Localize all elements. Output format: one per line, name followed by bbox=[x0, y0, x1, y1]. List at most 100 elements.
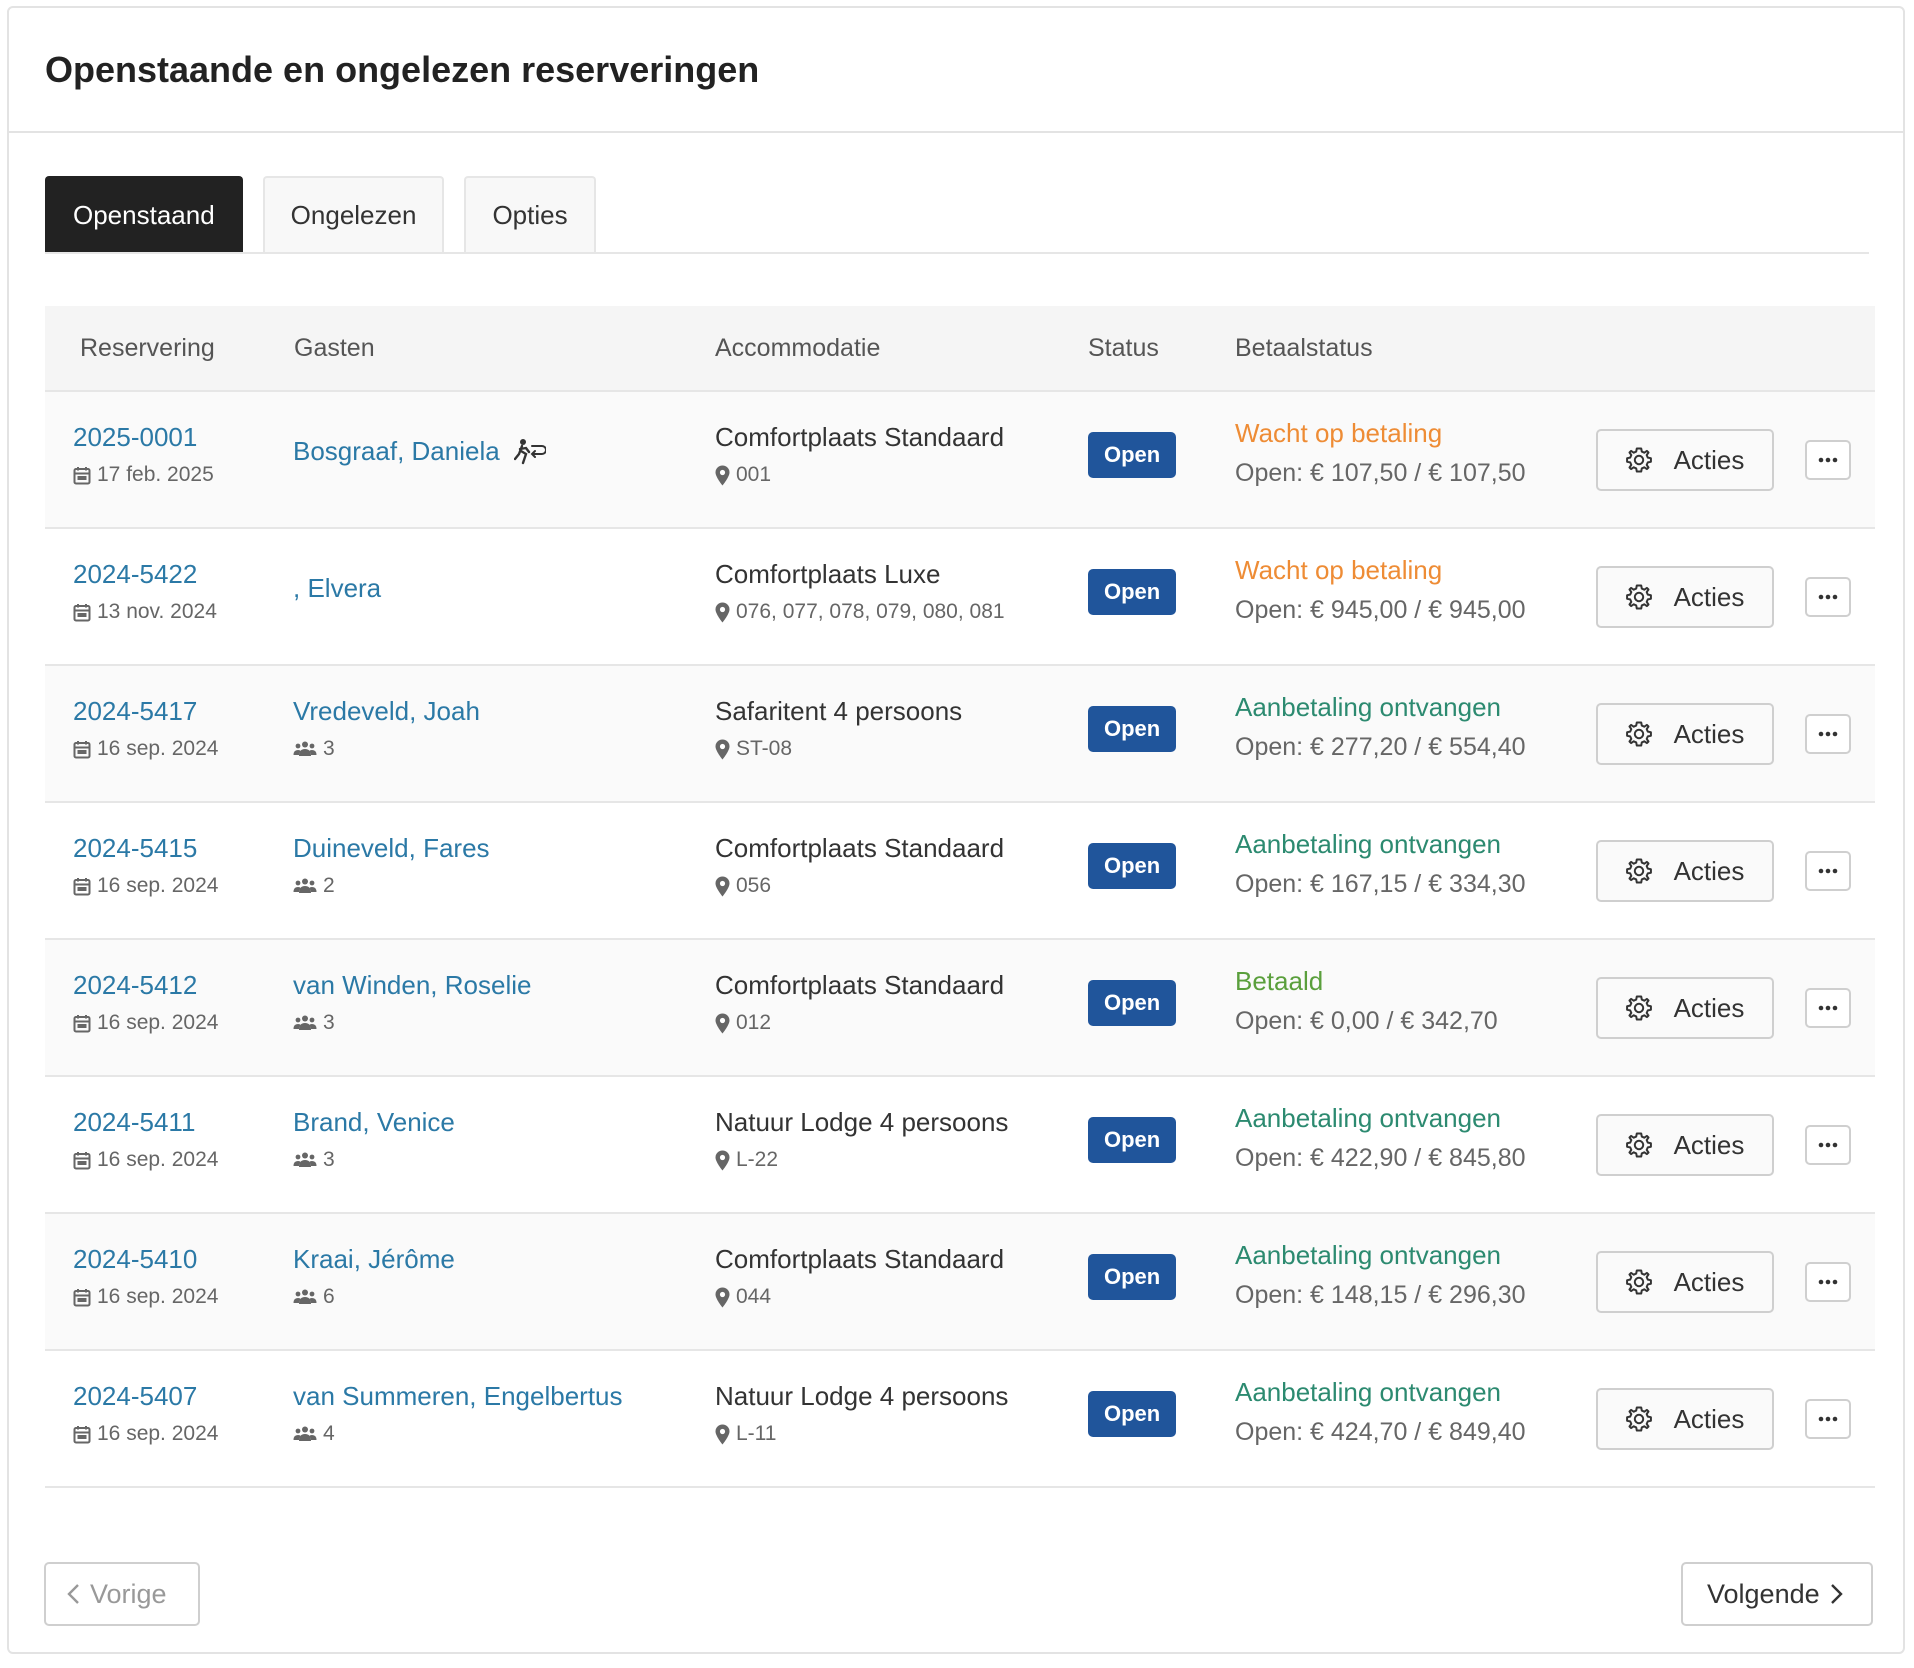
actions-button[interactable]: Acties bbox=[1596, 1114, 1774, 1176]
tab-opties[interactable]: Opties bbox=[464, 176, 596, 252]
guest-link[interactable]: Vredeveld, Joah bbox=[293, 696, 480, 727]
walk-in-icon bbox=[513, 438, 546, 466]
location: ST-08 bbox=[715, 737, 962, 761]
map-pin-icon bbox=[715, 465, 730, 486]
date-text: 16 sep. 2024 bbox=[97, 1422, 219, 1445]
accommodation-name: Natuur Lodge 4 persoons bbox=[715, 1381, 1009, 1411]
page-title: Openstaande en ongelezen reserveringen bbox=[45, 48, 760, 90]
table-row: 2024-5412 16 sep. 2024 van Winden, Rosel… bbox=[45, 940, 1875, 1077]
actions-button[interactable]: Acties bbox=[1596, 566, 1774, 628]
status-badge: Open bbox=[1088, 569, 1177, 615]
actions-label: Acties bbox=[1673, 855, 1745, 886]
accommodation-cell: Natuur Lodge 4 persoons L-11 bbox=[715, 1381, 1008, 1446]
gear-icon bbox=[1625, 1406, 1652, 1432]
payment-open: Open: € 107,50 / € 107,50 bbox=[1235, 459, 1526, 487]
calendar-icon bbox=[73, 466, 91, 485]
reservation-date: 16 sep. 2024 bbox=[73, 1148, 218, 1172]
date-text: 16 sep. 2024 bbox=[97, 1285, 219, 1308]
reservation-date: 16 sep. 2024 bbox=[73, 1285, 218, 1309]
payment-cell: Aanbetaling ontvangen Open: € 167,15 / €… bbox=[1235, 829, 1526, 899]
more-options-button[interactable] bbox=[1805, 1399, 1851, 1439]
reservation-link[interactable]: 2024-5412 bbox=[73, 970, 197, 1000]
next-button[interactable]: Volgende bbox=[1681, 1562, 1873, 1626]
ellipsis-icon bbox=[1818, 731, 1838, 737]
guest-count: 3 bbox=[293, 737, 480, 761]
more-options-button[interactable] bbox=[1805, 714, 1851, 754]
accommodation-name: Comfortplaats Standaard bbox=[715, 970, 1005, 1000]
ellipsis-icon bbox=[1818, 1416, 1838, 1422]
reservation-date: 16 sep. 2024 bbox=[73, 1422, 218, 1446]
actions-button[interactable]: Acties bbox=[1596, 1251, 1774, 1313]
group-icon bbox=[293, 1151, 317, 1169]
actions-button[interactable]: Acties bbox=[1596, 703, 1774, 765]
accommodation-cell: Natuur Lodge 4 persoons L-22 bbox=[715, 1107, 1008, 1172]
ellipsis-icon bbox=[1818, 868, 1838, 874]
actions-button[interactable]: Acties bbox=[1596, 1388, 1774, 1450]
guest-link[interactable]: Brand, Venice bbox=[293, 1107, 455, 1138]
actions-label: Acties bbox=[1673, 1266, 1745, 1297]
accommodation-cell: Comfortplaats Standaard 012 bbox=[715, 970, 1004, 1035]
payment-status: Aanbetaling ontvangen bbox=[1235, 1377, 1502, 1407]
actions-button[interactable]: Acties bbox=[1596, 840, 1774, 902]
payment-status: Aanbetaling ontvangen bbox=[1235, 1240, 1502, 1270]
payment-open: Open: € 0,00 / € 342,70 bbox=[1235, 1007, 1498, 1035]
status-badge: Open bbox=[1088, 1391, 1177, 1437]
accommodation-cell: Comfortplaats Standaard 044 bbox=[715, 1244, 1004, 1309]
status-badge: Open bbox=[1088, 1254, 1177, 1300]
location: 001 bbox=[715, 463, 1004, 487]
group-icon bbox=[293, 1288, 317, 1306]
guest-cell: Vredeveld, Joah 3 bbox=[293, 696, 480, 761]
location-text: ST-08 bbox=[736, 737, 793, 760]
actions-button[interactable]: Acties bbox=[1596, 429, 1774, 491]
guest-link[interactable]: , Elvera bbox=[293, 573, 381, 604]
actions-label: Acties bbox=[1673, 992, 1745, 1023]
payment-status: Aanbetaling ontvangen bbox=[1235, 829, 1502, 859]
gear-icon bbox=[1625, 858, 1652, 884]
table-row: 2024-5410 16 sep. 2024 Kraai, Jérôme 6 C… bbox=[45, 1214, 1875, 1351]
calendar-icon bbox=[73, 740, 91, 759]
payment-status: Wacht op betaling bbox=[1235, 418, 1443, 448]
previous-button[interactable]: Vorige bbox=[44, 1562, 200, 1626]
more-options-button[interactable] bbox=[1805, 1262, 1851, 1302]
status-badge: Open bbox=[1088, 843, 1177, 889]
tab-openstaand[interactable]: Openstaand bbox=[45, 176, 243, 252]
payment-cell: Wacht op betaling Open: € 945,00 / € 945… bbox=[1235, 555, 1526, 625]
accommodation-name: Comfortplaats Standaard bbox=[715, 833, 1005, 863]
calendar-icon bbox=[73, 1014, 91, 1033]
more-options-button[interactable] bbox=[1805, 1125, 1851, 1165]
reservation-link[interactable]: 2024-5417 bbox=[73, 696, 197, 726]
map-pin-icon bbox=[715, 602, 730, 623]
reservation-link[interactable]: 2025-0001 bbox=[73, 422, 197, 452]
reservation-link[interactable]: 2024-5410 bbox=[73, 1244, 197, 1274]
more-options-button[interactable] bbox=[1805, 851, 1851, 891]
status-cell: Open bbox=[1088, 569, 1177, 615]
reservation-link[interactable]: 2024-5407 bbox=[73, 1381, 197, 1411]
actions-button[interactable]: Acties bbox=[1596, 977, 1774, 1039]
status-badge: Open bbox=[1088, 980, 1177, 1026]
more-options-button[interactable] bbox=[1805, 577, 1851, 617]
guest-link[interactable]: van Summeren, Engelbertus bbox=[293, 1381, 623, 1412]
status-cell: Open bbox=[1088, 980, 1177, 1026]
reservation-link[interactable]: 2024-5422 bbox=[73, 559, 197, 589]
reservation-link[interactable]: 2024-5411 bbox=[73, 1107, 195, 1137]
header-reservation: Reservering bbox=[80, 333, 215, 362]
reservation-link[interactable]: 2024-5415 bbox=[73, 833, 197, 863]
location-text: 076, 077, 078, 079, 080, 081 bbox=[736, 600, 1005, 623]
guest-link[interactable]: van Winden, Roselie bbox=[293, 970, 531, 1001]
status-cell: Open bbox=[1088, 1391, 1177, 1437]
guest-count: 3 bbox=[293, 1148, 455, 1172]
table-header: Reservering Gasten Accommodatie Status B… bbox=[45, 306, 1875, 392]
reservation-cell: 2024-5410 16 sep. 2024 bbox=[73, 1244, 218, 1309]
more-options-button[interactable] bbox=[1805, 440, 1851, 480]
tab-ongelezen[interactable]: Ongelezen bbox=[262, 176, 445, 252]
payment-status: Aanbetaling ontvangen bbox=[1235, 1103, 1502, 1133]
more-options-button[interactable] bbox=[1805, 988, 1851, 1028]
table-row: 2024-5411 16 sep. 2024 Brand, Venice 3 N… bbox=[45, 1077, 1875, 1214]
guest-count: 2 bbox=[293, 874, 490, 898]
guest-link[interactable]: Kraai, Jérôme bbox=[293, 1244, 455, 1275]
guest-link[interactable]: Bosgraaf, Daniela bbox=[293, 436, 500, 467]
table-row: 2024-5417 16 sep. 2024 Vredeveld, Joah 3 bbox=[45, 666, 1875, 803]
guest-link[interactable]: Duineveld, Fares bbox=[293, 833, 490, 864]
guest-cell: van Winden, Roselie 3 bbox=[293, 970, 531, 1035]
header-guests: Gasten bbox=[294, 333, 375, 362]
